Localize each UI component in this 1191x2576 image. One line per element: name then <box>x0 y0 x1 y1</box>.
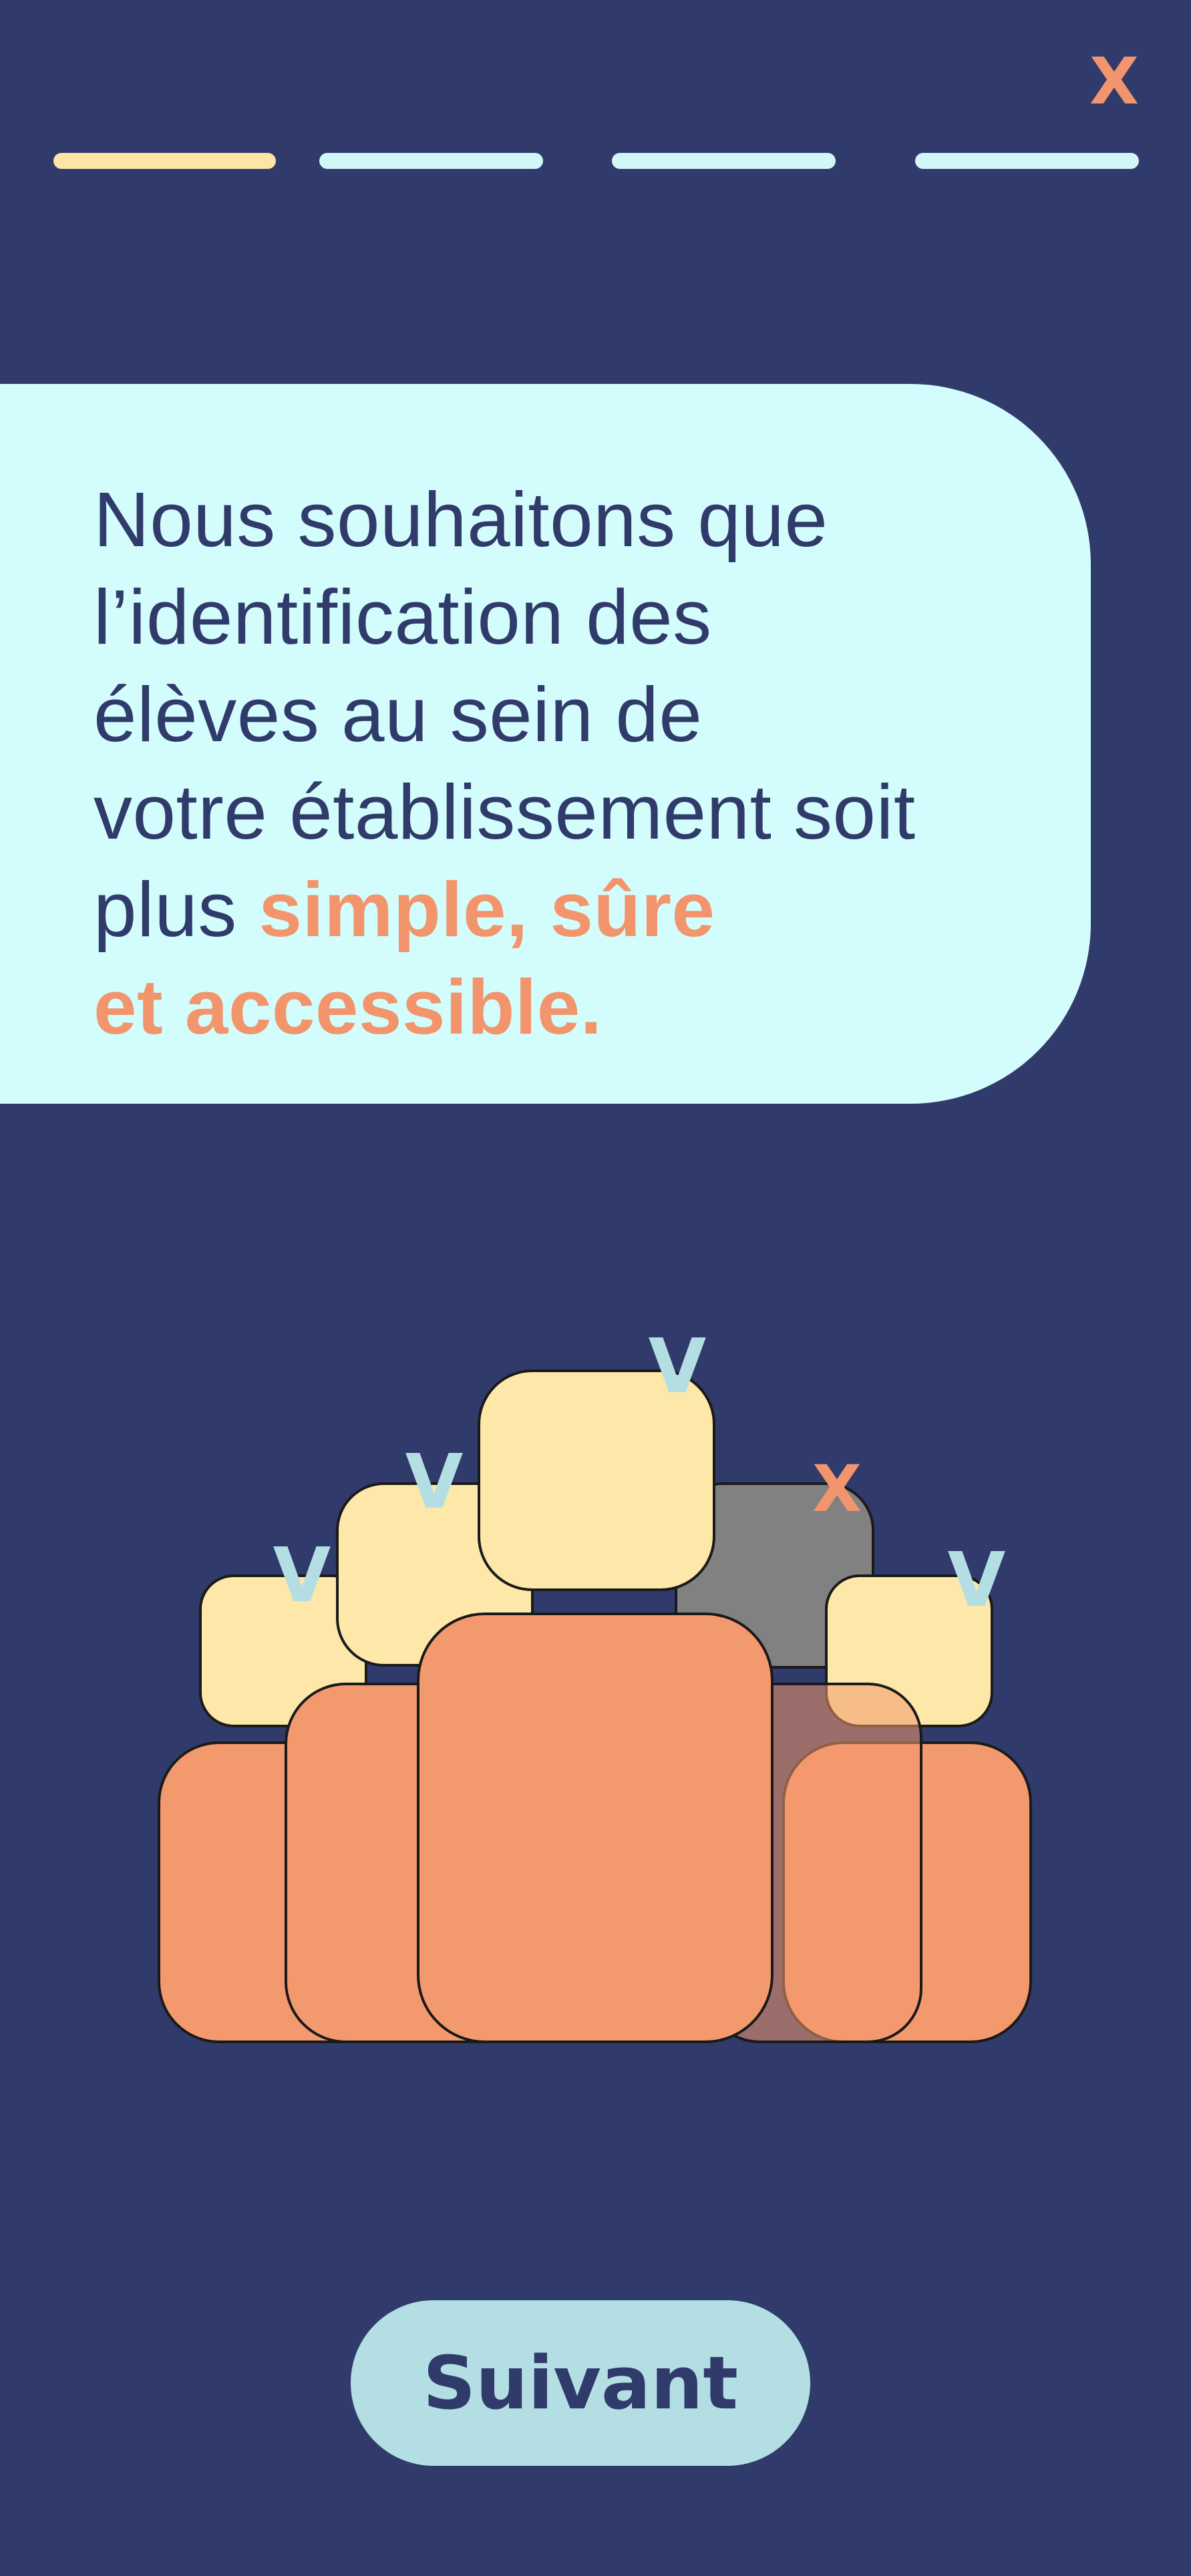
intro-line-5-plain: plus <box>94 866 259 953</box>
intro-line-2: l’identification des <box>94 574 712 660</box>
progress-step-3 <box>612 153 836 169</box>
check-mark-right: V <box>948 1537 1006 1624</box>
students-group-illustration: V V V X V <box>158 1323 1032 2043</box>
onboarding-screen: X Nous souhaitons que l’identification d… <box>0 0 1191 2576</box>
cross-mark-rejected: X <box>812 1452 862 1526</box>
student-body-center <box>417 1613 774 2043</box>
progress-indicator <box>53 153 1139 169</box>
intro-bubble: Nous souhaitons que l’identification des… <box>0 384 1091 1104</box>
next-button[interactable]: Suivant <box>351 2300 810 2466</box>
intro-highlight-2: et accessible. <box>94 963 603 1050</box>
intro-highlight-1: simple, sûre <box>259 866 715 953</box>
check-mark-left: V <box>405 1439 464 1526</box>
check-mark-center: V <box>649 1323 707 1410</box>
intro-line-4: votre établissement soit <box>94 769 916 855</box>
check-mark-far-left: V <box>273 1532 331 1619</box>
intro-line-5: plus simple, sûre <box>94 861 1069 958</box>
intro-line-3: élèves au sein de <box>94 671 703 758</box>
close-button[interactable]: X <box>1074 41 1154 122</box>
progress-step-4 <box>915 153 1139 169</box>
intro-text: Nous souhaitons que l’identification des… <box>94 471 1069 1056</box>
progress-step-2 <box>319 153 543 169</box>
progress-step-1 <box>53 153 276 169</box>
intro-line-1: Nous souhaitons que <box>94 476 828 563</box>
